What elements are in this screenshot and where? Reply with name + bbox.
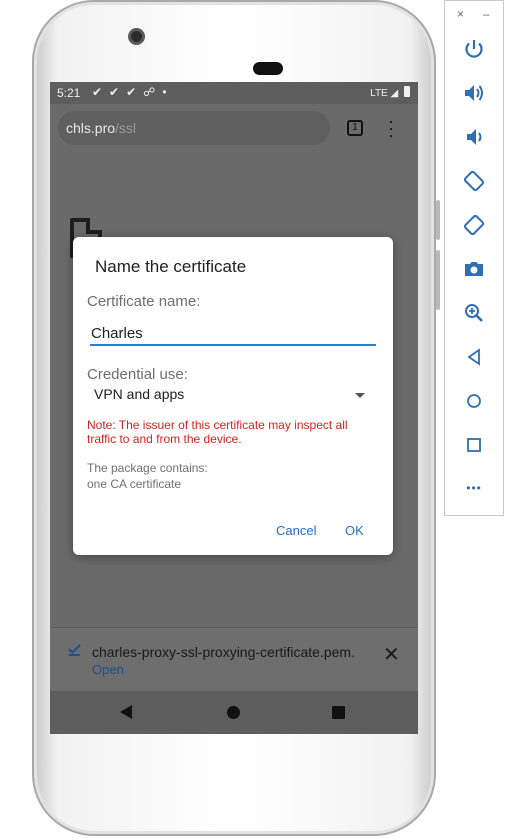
warning-note: Note: The issuer of this certificate may…: [87, 418, 348, 446]
download-filename: charles-proxy-ssl-proxying-certificate.p…: [92, 644, 355, 660]
ok-button[interactable]: OK: [345, 523, 364, 538]
certificate-name-input[interactable]: [90, 322, 376, 346]
dropdown-arrow-icon: [355, 393, 365, 398]
device-screen: 5:21 ✔✔✔☍• LTE ◢ chls.pro/ssl 1 · · · Name…: [50, 82, 418, 734]
address-bar[interactable]: chls.pro/ssl: [58, 111, 330, 145]
more-icon[interactable]: •••: [462, 481, 486, 505]
cancel-button[interactable]: Cancel: [276, 523, 316, 538]
package-info: The package contains: one CA certificate: [87, 460, 377, 492]
home-icon[interactable]: [462, 389, 486, 413]
name-certificate-dialog: Name the certificate Certificate name: C…: [73, 237, 393, 555]
signal-icon: ◢: [390, 88, 399, 99]
emulator-toolbar: × – •••: [444, 0, 504, 516]
battery-icon: [404, 86, 410, 97]
tab-switcher-button[interactable]: 1: [347, 120, 363, 136]
back-icon[interactable]: [462, 345, 486, 369]
overview-icon[interactable]: [462, 433, 486, 457]
close-download-bar-icon[interactable]: ✕: [383, 642, 400, 667]
camera-icon[interactable]: [462, 257, 486, 281]
credential-use-label: Credential use:: [87, 366, 188, 383]
front-camera: [128, 28, 145, 45]
dialog-title: Name the certificate: [95, 257, 247, 276]
download-bar: charles-proxy-ssl-proxying-certificate.p…: [50, 627, 418, 691]
rotate-left-icon[interactable]: [462, 169, 486, 193]
package-line-1: The package contains:: [87, 461, 208, 475]
navigation-bar: [50, 691, 418, 734]
toolbar-window-controls: × –: [445, 7, 503, 23]
volume-down-icon[interactable]: [462, 125, 486, 149]
url-host: chls.pro: [66, 120, 116, 136]
emulator-window: 5:21 ✔✔✔☍• LTE ◢ chls.pro/ssl 1 · · · Name…: [0, 0, 505, 839]
volume-up-icon[interactable]: [462, 81, 486, 105]
network-type: LTE: [370, 88, 388, 99]
status-bar: 5:21 ✔✔✔☍• LTE ◢: [50, 82, 418, 104]
package-line-2: one CA certificate: [87, 477, 182, 491]
status-time: 5:21: [57, 86, 81, 100]
url-path: /ssl: [115, 120, 137, 136]
download-complete-icon: [68, 644, 81, 656]
zoom-icon[interactable]: [462, 301, 486, 325]
status-right: LTE ◢: [370, 86, 410, 99]
close-emulator-button[interactable]: ×: [457, 7, 464, 21]
notification-icons: ✔✔✔☍•: [92, 85, 174, 99]
credential-use-value: VPN and apps: [94, 386, 185, 402]
nav-home-button[interactable]: [227, 706, 240, 719]
credential-use-select[interactable]: VPN and apps: [87, 386, 367, 408]
power-icon[interactable]: [462, 37, 486, 61]
volume-side-button: [436, 200, 440, 240]
minimize-emulator-button[interactable]: –: [483, 7, 490, 21]
open-download-link[interactable]: Open: [92, 662, 124, 677]
rotate-right-icon[interactable]: [462, 213, 486, 237]
certificate-name-label: Certificate name:: [87, 293, 201, 310]
overflow-menu-icon[interactable]: · · ·: [382, 112, 400, 144]
nav-back-button[interactable]: [120, 705, 132, 719]
earpiece-speaker: [253, 62, 283, 75]
power-side-button: [436, 250, 440, 310]
nav-recents-button[interactable]: [332, 706, 345, 719]
